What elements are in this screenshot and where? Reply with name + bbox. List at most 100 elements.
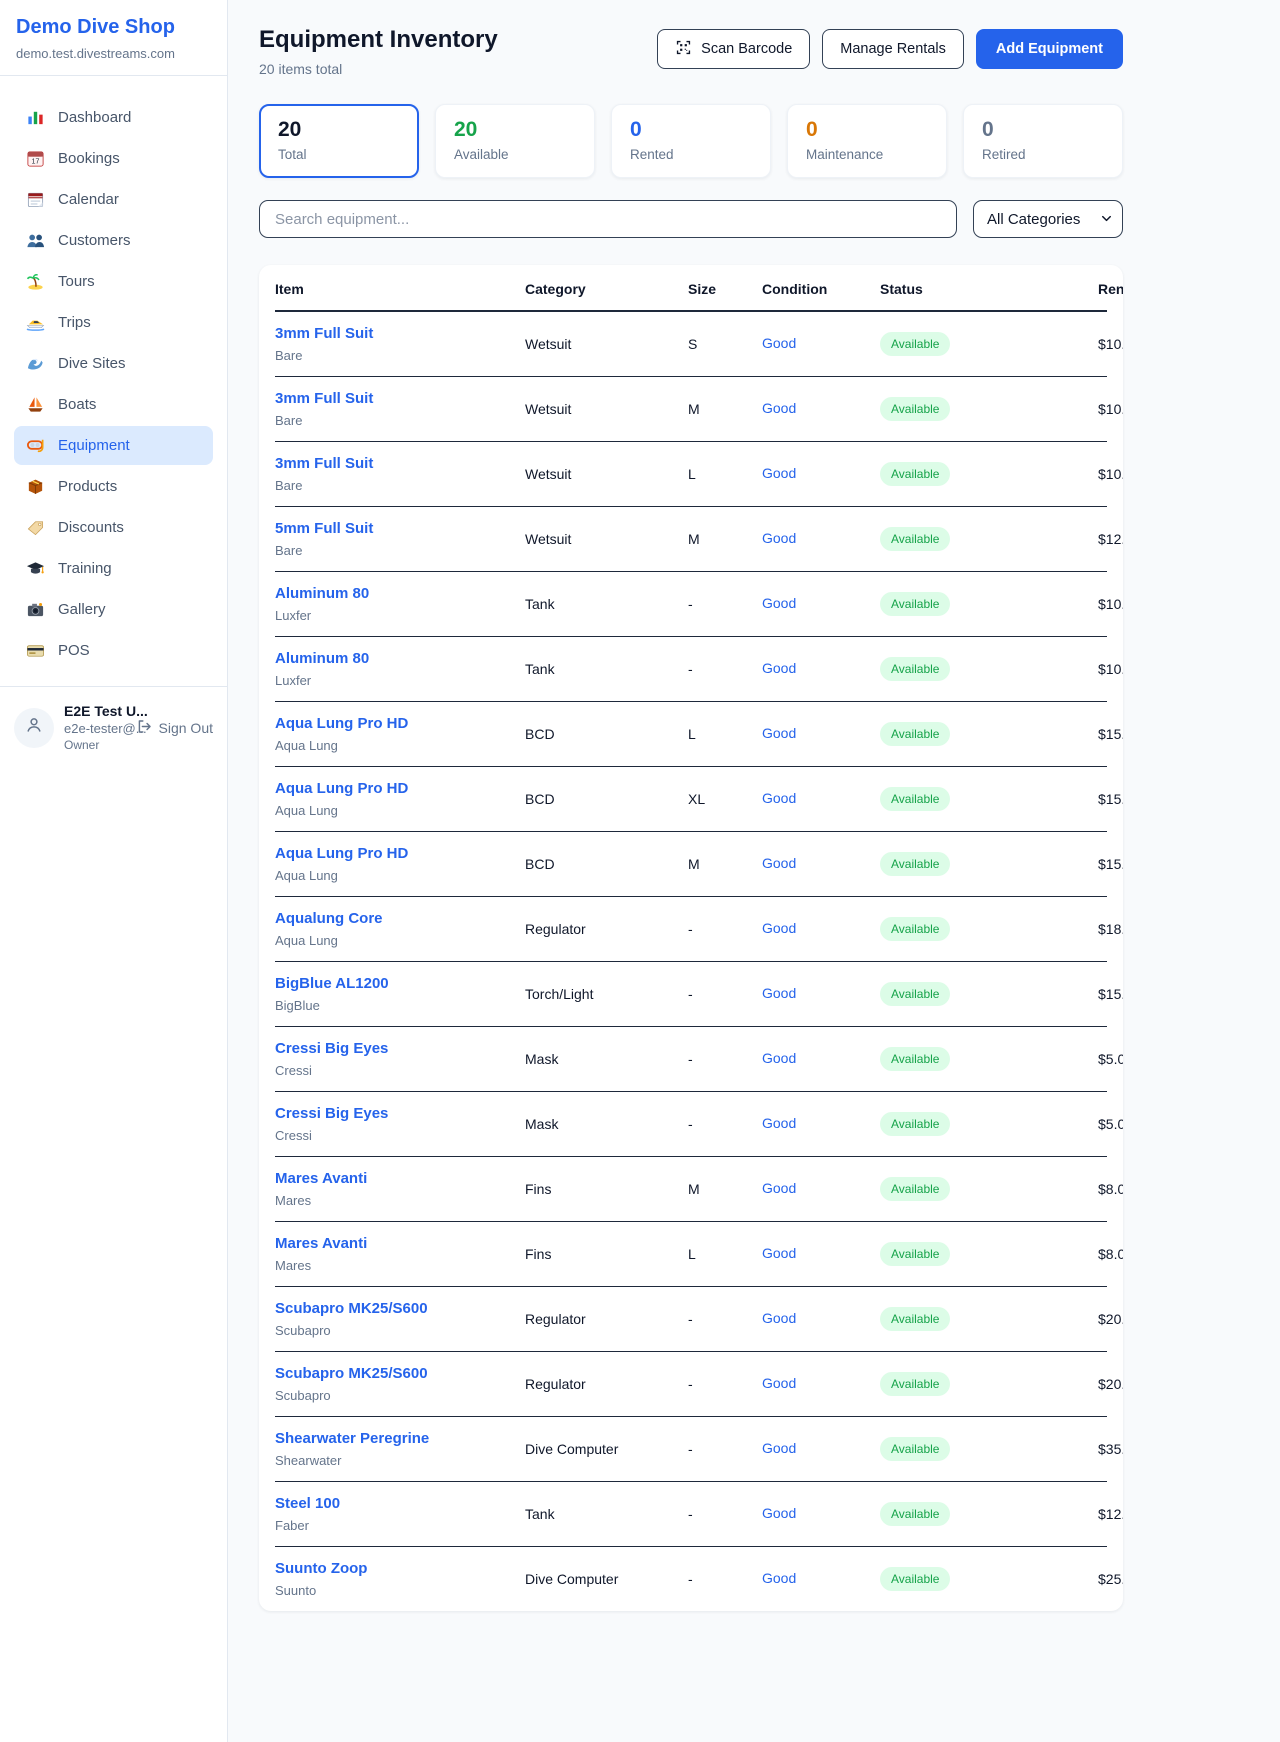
dashboard-icon xyxy=(26,108,45,127)
add-equipment-button[interactable]: Add Equipment xyxy=(976,29,1123,69)
item-brand: BigBlue xyxy=(275,998,525,1013)
sidebar-item-dashboard[interactable]: Dashboard xyxy=(14,98,213,137)
status-badge: Available xyxy=(880,1307,950,1331)
item-link[interactable]: 3mm Full Suit xyxy=(275,455,373,472)
item-brand: Shearwater xyxy=(275,1453,525,1468)
manage-rentals-button[interactable]: Manage Rentals xyxy=(822,29,964,69)
condition-link[interactable]: Good xyxy=(762,855,796,871)
item-link[interactable]: Suunto Zoop xyxy=(275,1560,367,1577)
category-filter-wrap: All Categories xyxy=(973,200,1123,238)
condition-link[interactable]: Good xyxy=(762,400,796,416)
item-link[interactable]: Aqua Lung Pro HD xyxy=(275,715,408,732)
sidebar-item-label: Boats xyxy=(58,396,96,413)
stat-card-retired[interactable]: 0 Retired xyxy=(963,104,1123,178)
sidebar-item-discounts[interactable]: Discounts xyxy=(14,508,213,547)
item-link[interactable]: Cressi Big Eyes xyxy=(275,1040,388,1057)
sidebar-item-boats[interactable]: Boats xyxy=(14,385,213,424)
item-brand: Cressi xyxy=(275,1063,525,1078)
table-row: Steel 100 Faber Tank - Good Available $1… xyxy=(275,1482,1107,1547)
item-rental: $25.00/day xyxy=(1098,1571,1123,1587)
condition-link[interactable]: Good xyxy=(762,1570,796,1586)
item-category: Regulator xyxy=(525,921,688,937)
stat-card-available[interactable]: 20 Available xyxy=(435,104,595,178)
item-link[interactable]: Shearwater Peregrine xyxy=(275,1430,429,1447)
item-link[interactable]: Mares Avanti xyxy=(275,1170,367,1187)
sidebar-item-training[interactable]: Training xyxy=(14,549,213,588)
condition-link[interactable]: Good xyxy=(762,1440,796,1456)
scan-barcode-button[interactable]: Scan Barcode xyxy=(657,29,810,69)
condition-link[interactable]: Good xyxy=(762,595,796,611)
item-link[interactable]: Scubapro MK25/S600 xyxy=(275,1300,428,1317)
condition-link[interactable]: Good xyxy=(762,530,796,546)
page-title: Equipment Inventory xyxy=(259,26,498,54)
stat-card-total[interactable]: 20 Total xyxy=(259,104,419,178)
table-row: Scubapro MK25/S600 Scubapro Regulator - … xyxy=(275,1287,1107,1352)
sidebar-item-tours[interactable]: Tours xyxy=(14,262,213,301)
item-link[interactable]: Mares Avanti xyxy=(275,1235,367,1252)
category-filter[interactable]: All Categories xyxy=(973,200,1123,238)
item-rental: $8.00/day xyxy=(1098,1246,1123,1262)
item-category: Tank xyxy=(525,1506,688,1522)
status-badge: Available xyxy=(880,722,950,746)
sign-out-button[interactable]: Sign Out xyxy=(136,718,213,738)
item-brand: Scubapro xyxy=(275,1323,525,1338)
table-row: Aqualung Core Aqua Lung Regulator - Good… xyxy=(275,897,1107,962)
item-link[interactable]: Scubapro MK25/S600 xyxy=(275,1365,428,1382)
item-link[interactable]: Cressi Big Eyes xyxy=(275,1105,388,1122)
item-size: L xyxy=(688,466,762,482)
item-link[interactable]: Steel 100 xyxy=(275,1495,340,1512)
column-header-category: Category xyxy=(525,281,688,297)
condition-link[interactable]: Good xyxy=(762,1180,796,1196)
customers-icon xyxy=(26,231,45,250)
item-link[interactable]: Aqua Lung Pro HD xyxy=(275,780,408,797)
item-size: - xyxy=(688,1506,762,1522)
item-size: M xyxy=(688,856,762,872)
table-row: Aluminum 80 Luxfer Tank - Good Available… xyxy=(275,637,1107,702)
column-header-status: Status xyxy=(880,281,1098,297)
sidebar-item-gallery[interactable]: Gallery xyxy=(14,590,213,629)
sidebar-item-label: Bookings xyxy=(58,150,120,167)
condition-link[interactable]: Good xyxy=(762,1375,796,1391)
sidebar-item-products[interactable]: Products xyxy=(14,467,213,506)
manage-rentals-label: Manage Rentals xyxy=(840,41,946,57)
condition-link[interactable]: Good xyxy=(762,985,796,1001)
condition-link[interactable]: Good xyxy=(762,790,796,806)
item-rental: $15.00/day xyxy=(1098,791,1123,807)
item-link[interactable]: Aluminum 80 xyxy=(275,650,369,667)
condition-link[interactable]: Good xyxy=(762,1050,796,1066)
condition-link[interactable]: Good xyxy=(762,1115,796,1131)
sidebar-item-dive-sites[interactable]: Dive Sites xyxy=(14,344,213,383)
sign-out-label: Sign Out xyxy=(159,720,213,736)
stat-card-maintenance[interactable]: 0 Maintenance xyxy=(787,104,947,178)
item-link[interactable]: BigBlue AL1200 xyxy=(275,975,389,992)
search-input[interactable] xyxy=(259,200,957,238)
item-link[interactable]: Aqualung Core xyxy=(275,910,383,927)
user-email: e2e-tester@... xyxy=(64,721,126,736)
condition-link[interactable]: Good xyxy=(762,1505,796,1521)
condition-link[interactable]: Good xyxy=(762,335,796,351)
item-link[interactable]: 5mm Full Suit xyxy=(275,520,373,537)
condition-link[interactable]: Good xyxy=(762,660,796,676)
condition-link[interactable]: Good xyxy=(762,1310,796,1326)
condition-link[interactable]: Good xyxy=(762,920,796,936)
condition-link[interactable]: Good xyxy=(762,1245,796,1261)
item-link[interactable]: Aqua Lung Pro HD xyxy=(275,845,408,862)
item-link[interactable]: Aluminum 80 xyxy=(275,585,369,602)
training-icon xyxy=(26,559,45,578)
sidebar-item-trips[interactable]: Trips xyxy=(14,303,213,342)
item-rental: $12.00/day xyxy=(1098,531,1123,547)
condition-link[interactable]: Good xyxy=(762,725,796,741)
sidebar-item-calendar[interactable]: Calendar xyxy=(14,180,213,219)
sidebar-item-customers[interactable]: Customers xyxy=(14,221,213,260)
item-brand: Faber xyxy=(275,1518,525,1533)
stat-card-rented[interactable]: 0 Rented xyxy=(611,104,771,178)
condition-link[interactable]: Good xyxy=(762,465,796,481)
item-link[interactable]: 3mm Full Suit xyxy=(275,390,373,407)
sidebar-item-equipment[interactable]: Equipment xyxy=(14,426,213,465)
item-link[interactable]: 3mm Full Suit xyxy=(275,325,373,342)
sidebar-item-label: Dive Sites xyxy=(58,355,126,372)
status-badge: Available xyxy=(880,1437,950,1461)
sidebar-item-bookings[interactable]: 17 Bookings xyxy=(14,139,213,178)
sidebar-item-pos[interactable]: POS xyxy=(14,631,213,670)
item-size: - xyxy=(688,1441,762,1457)
